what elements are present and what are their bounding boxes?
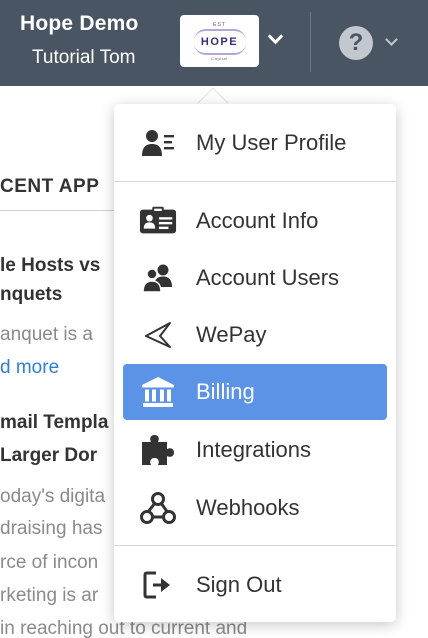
logo-ring: HOPE [193,28,246,55]
org-logo[interactable]: EST HOPE Capital [180,15,259,67]
logo-main-text: HOPE [200,35,239,48]
bank-icon [139,374,177,410]
help-glyph: ? [348,29,364,56]
menu-item-label: Billing [196,379,255,404]
article-title-1a[interactable]: le Hosts vs [0,255,100,277]
webhooks-icon [139,490,177,526]
top-bar: Hope Demo Tutorial Tom EST HOPE Capital … [0,0,428,86]
help-chevron-down-icon[interactable] [385,33,398,46]
user-name[interactable]: Tutorial Tom [32,47,135,69]
menu-item-sign-out[interactable]: Sign Out [123,557,387,613]
logo-bottom-text: Capital [211,55,228,61]
menu-item-my-user-profile[interactable]: My User Profile [123,115,387,171]
menu-item-account-users[interactable]: Account Users [123,250,387,306]
menu-item-label: Webhooks [196,495,300,520]
menu-item-label: My User Profile [196,130,347,155]
menu-item-account-info[interactable]: Account Info [123,193,387,249]
article-excerpt-2b: draising has [0,518,103,539]
article-title-2a[interactable]: mail Templa [0,412,108,434]
org-chevron-down-icon[interactable] [267,28,284,45]
wepay-icon [139,317,177,353]
article-excerpt-2a: oday's digita [0,486,106,507]
logo-top-text: EST [213,21,226,28]
menu-divider [114,181,396,182]
help-icon[interactable]: ? [339,26,373,60]
section-rule [0,210,120,211]
sign-out-icon [139,567,177,603]
id-card-icon [139,203,177,239]
menu-divider [114,545,396,546]
menu-item-label: WePay [196,322,267,347]
article-title-1b[interactable]: nquets [0,284,62,306]
menu-item-billing[interactable]: Billing [123,364,387,420]
menu-item-webhooks[interactable]: Webhooks [123,480,387,536]
users-icon [139,260,177,296]
read-more-link[interactable]: d more [0,357,59,379]
menu-item-label: Account Users [196,265,340,290]
article-title-2b[interactable]: Larger Dor [0,445,97,467]
menu-item-label: Account Info [196,208,319,233]
article-excerpt-2d: rketing is ar [0,585,99,606]
menu-item-integrations[interactable]: Integrations [123,422,387,478]
org-name[interactable]: Hope Demo [20,12,138,36]
menu-item-label: Sign Out [196,572,282,597]
article-excerpt-1: anquet is a [0,324,93,345]
header-divider [310,12,311,72]
user-dropdown-menu: My User Profile Account Info Account Use… [114,104,396,622]
section-heading: CENT APP [0,176,100,197]
user-profile-icon [139,125,177,161]
article-excerpt-2c: rce of incon [0,552,99,573]
puzzle-icon [139,432,177,468]
menu-item-label: Integrations [196,437,311,462]
menu-item-wepay[interactable]: WePay [123,307,387,363]
